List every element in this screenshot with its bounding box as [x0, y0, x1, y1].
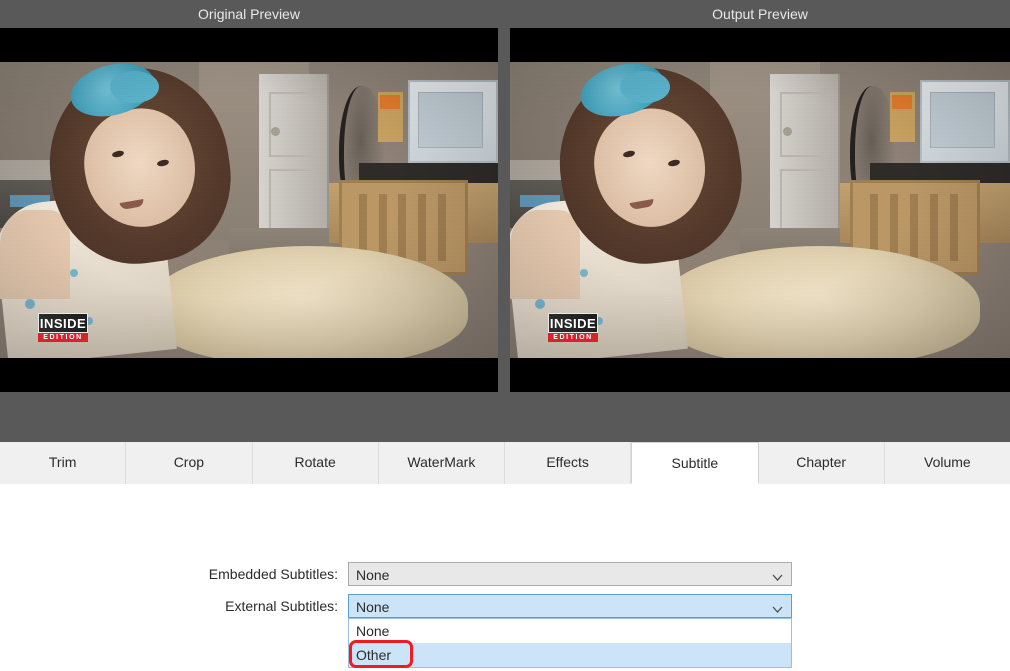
embedded-subtitles-select[interactable]: None: [348, 562, 792, 586]
tab-rotate[interactable]: Rotate: [252, 442, 379, 484]
embedded-subtitles-label: Embedded Subtitles:: [208, 566, 338, 582]
original-preview-title: Original Preview: [198, 6, 300, 22]
tab-subtitle[interactable]: Subtitle: [631, 442, 759, 484]
editing-tab-bar: Trim Crop Rotate WaterMark Effects Subti…: [0, 442, 1010, 484]
preview-header-bar: Original Preview Output Preview: [0, 0, 1010, 28]
output-preview-pane[interactable]: INSIDE EDITION: [510, 28, 1010, 392]
playback-control-bar: 00:01:50/00:01:55: [0, 392, 1010, 442]
chevron-down-icon: [772, 570, 783, 581]
watermark-top-text: INSIDE: [38, 313, 88, 333]
watermark-bottom-text-output: EDITION: [548, 333, 598, 342]
dropdown-option-other[interactable]: Other: [349, 643, 791, 667]
inside-edition-watermark-output: INSIDE EDITION: [548, 313, 598, 342]
tab-trim[interactable]: Trim: [0, 442, 127, 484]
output-video-frame: INSIDE EDITION: [510, 62, 1010, 358]
external-subtitles-row: External Subtitles: None: [0, 594, 1010, 618]
tab-crop[interactable]: Crop: [126, 442, 253, 484]
watermark-top-text-output: INSIDE: [548, 313, 598, 333]
tab-chapter[interactable]: Chapter: [758, 442, 885, 484]
original-preview-pane[interactable]: INSIDE EDITION: [0, 28, 498, 392]
original-video-frame: INSIDE EDITION: [0, 62, 498, 358]
external-subtitles-value: None: [356, 599, 390, 615]
tab-effects[interactable]: Effects: [505, 442, 632, 484]
dropdown-option-none[interactable]: None: [349, 619, 791, 643]
pane-divider: [498, 28, 510, 392]
watermark-bottom-text: EDITION: [38, 333, 88, 342]
output-preview-title: Output Preview: [712, 6, 808, 22]
embedded-subtitles-value: None: [356, 567, 390, 583]
embedded-subtitles-row: Embedded Subtitles: None: [0, 562, 1010, 586]
video-converter-window: Original Preview Output Preview INSIDE E…: [0, 0, 1010, 671]
external-subtitles-label: External Subtitles:: [225, 598, 338, 614]
subtitle-settings-panel: Embedded Subtitles: None External Subtit…: [0, 484, 1010, 671]
tab-volume[interactable]: Volume: [884, 442, 1010, 484]
external-subtitles-select[interactable]: None: [348, 594, 792, 618]
inside-edition-watermark: INSIDE EDITION: [38, 313, 88, 342]
tab-watermark[interactable]: WaterMark: [378, 442, 505, 484]
external-subtitles-dropdown-list: None Other: [348, 618, 792, 668]
chevron-down-icon: [772, 602, 783, 613]
